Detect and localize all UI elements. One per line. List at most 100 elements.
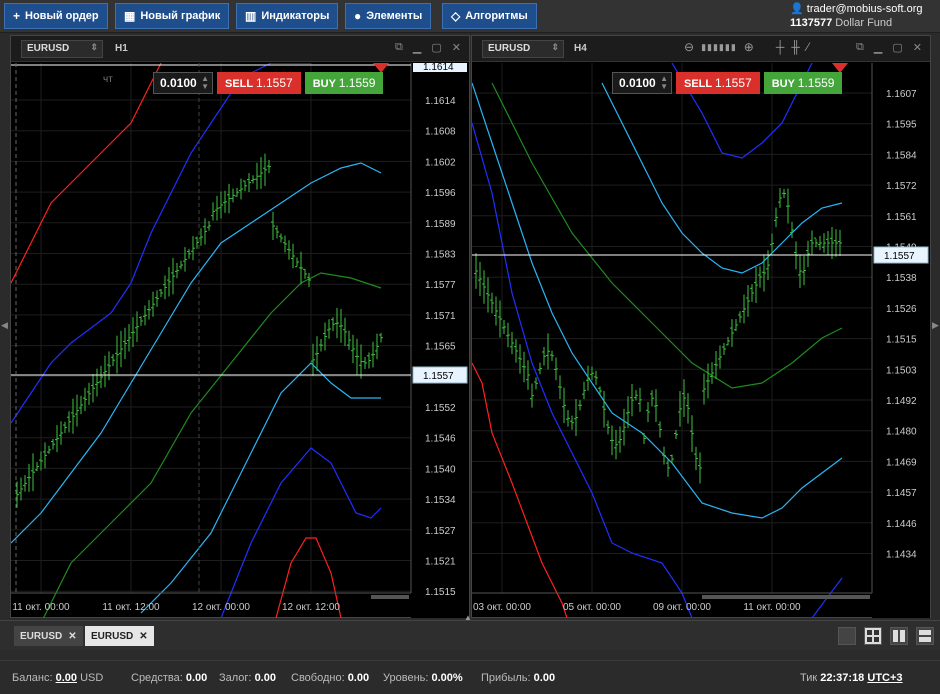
horizontal-scrollbar (702, 595, 870, 599)
price-bar (359, 344, 363, 379)
currency-label: USD (80, 672, 104, 684)
maximize-icon[interactable]: ▢ (892, 41, 902, 54)
price-bar (139, 316, 143, 326)
price-chart[interactable]: 1.1614 1.1608 1.1602 1.1596 1.1589 1.1583 1.15… (11, 63, 469, 618)
buy-label: BUY (771, 78, 795, 90)
free-label: Свободно: (291, 672, 345, 684)
lot-size-input[interactable]: 0.0100 ▲ ▼ (153, 72, 213, 94)
timezone-select[interactable]: UTC+3 (867, 672, 902, 684)
spinner-icon[interactable]: ▲ ▼ (201, 75, 209, 91)
price-bar (183, 247, 187, 272)
layout-grid-icon[interactable] (864, 627, 882, 645)
price-bar (191, 236, 195, 261)
right-collapse-icon[interactable]: ▶ (932, 320, 939, 331)
price-tick-label: 1.1469 (886, 457, 917, 468)
lot-size-input[interactable]: 0.0100 ▲ ▼ (612, 72, 672, 94)
symbol-select[interactable]: EURUSD ⇕ (482, 40, 564, 58)
zoom-out-icon[interactable]: ⊖ (684, 40, 694, 54)
chart-tab-active[interactable]: EURUSD ✕ (85, 626, 154, 646)
current-price-label: 1.1557 (423, 371, 454, 382)
close-icon[interactable]: ✕ (452, 41, 461, 54)
price-bar (83, 387, 87, 412)
layout-single-icon[interactable] (838, 627, 856, 645)
sell-button[interactable]: SELL 1.1557 (217, 72, 301, 94)
price-bar (642, 432, 646, 445)
new-order-button[interactable]: + Новый ордер (4, 3, 108, 29)
price-tick-label: 1.1527 (425, 526, 456, 537)
close-icon[interactable]: ✕ (68, 631, 76, 642)
balance-value[interactable]: 0.00 (56, 672, 77, 684)
expand-up-icon[interactable]: ▲ (464, 613, 472, 622)
price-bar (646, 401, 650, 423)
status-bar: Баланс: 0.00 USD Средства: 0.00 Залог: 0… (0, 660, 940, 694)
price-bar (706, 363, 710, 399)
price-bar (247, 173, 251, 193)
buy-button[interactable]: BUY 1.1559 (763, 72, 843, 94)
account-info[interactable]: 👤 trader@mobius-soft.org 1137577 Dollar … (790, 2, 936, 29)
price-bar (339, 308, 343, 343)
tab-label: EURUSD (91, 630, 134, 642)
left-collapse-icon[interactable]: ◀ (1, 320, 8, 331)
price-chart[interactable]: 1.16071.15951.15841.15721.15611.15491.15… (472, 63, 930, 618)
balance-label: Баланс: (12, 672, 53, 684)
upper-band-line (472, 362, 568, 618)
zoom-in-icon[interactable]: ⊕ (744, 40, 754, 54)
price-bar (538, 362, 542, 375)
close-icon[interactable]: ✕ (139, 631, 147, 642)
price-bar (626, 396, 630, 429)
close-icon[interactable]: ✕ (913, 41, 922, 54)
new-chart-button[interactable]: ▦ Новый график (115, 3, 230, 29)
layout-rows-icon[interactable] (916, 627, 934, 645)
lower-ma-light-line (140, 362, 381, 614)
price-bar (219, 191, 223, 219)
tick-label: Тик (800, 672, 818, 684)
candle-chart-type-icon[interactable]: ╫ (791, 40, 800, 54)
price-bar (710, 362, 714, 384)
maximize-icon[interactable]: ▢ (431, 41, 441, 54)
minimize-icon[interactable]: ▁ (874, 41, 882, 54)
indicators-button[interactable]: ▥ Индикаторы (236, 3, 339, 29)
buy-button[interactable]: BUY 1.1559 (304, 72, 384, 94)
price-tick-label: 1.1503 (886, 365, 917, 376)
level-label: Уровень: (383, 672, 429, 684)
price-bar (127, 324, 131, 352)
elements-button[interactable]: ● Элементы (345, 3, 432, 29)
price-bar (55, 425, 59, 453)
price-tick-label: 1.1480 (886, 427, 917, 438)
detach-icon[interactable]: ⧉ (856, 41, 864, 54)
price-bar (131, 317, 135, 348)
trade-panel: 0.0100 ▲ ▼ SELL 1.1557 BUY 1.1559 (612, 72, 843, 94)
price-tick-label: 1.1584 (886, 150, 917, 161)
price-bar (279, 233, 283, 243)
timeframe-label[interactable]: H4 (574, 43, 587, 54)
symbol-select[interactable]: EURUSD ⇕ (21, 40, 103, 58)
price-bar (111, 354, 115, 367)
updown-icon: ⇕ (551, 42, 559, 52)
price-bar (482, 270, 486, 304)
algorithms-button[interactable]: ◇ Алгоритмы (442, 3, 537, 29)
price-bar (147, 300, 151, 320)
price-bar (87, 382, 91, 405)
chart-tab[interactable]: EURUSD ✕ (14, 626, 83, 646)
price-tick-label: 1.1607 (886, 89, 917, 100)
price-bar (363, 356, 367, 369)
line-chart-type-icon[interactable]: ⁄ (807, 40, 809, 54)
price-bar (79, 395, 83, 415)
profit-label: Прибыль: (481, 672, 531, 684)
lot-value: 0.0100 (160, 76, 197, 90)
price-bar (23, 475, 27, 492)
price-bar (199, 228, 203, 246)
bar-chart-type-icon[interactable]: ┼ (776, 40, 785, 54)
price-bar (506, 322, 510, 348)
spinner-icon[interactable]: ▲ ▼ (660, 75, 668, 91)
layout-columns-icon[interactable] (890, 627, 908, 645)
zoom-slider[interactable]: ▮▮▮▮▮▮ (701, 42, 737, 53)
detach-icon[interactable]: ⧉ (395, 41, 403, 54)
timeframe-label[interactable]: H1 (115, 43, 128, 54)
moving-average-line (472, 82, 843, 519)
sell-button[interactable]: SELL 1.1557 (676, 72, 760, 94)
price-tick-label: 1.1608 (425, 127, 456, 138)
tab-label: EURUSD (20, 630, 63, 642)
price-bar (91, 374, 95, 403)
minimize-icon[interactable]: ▁ (413, 41, 421, 54)
